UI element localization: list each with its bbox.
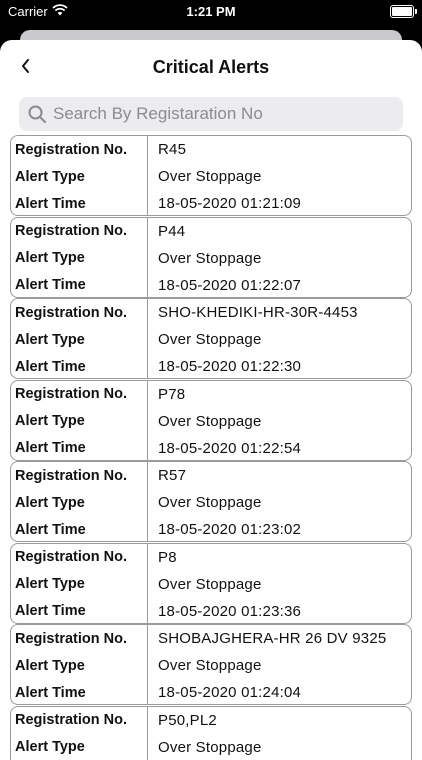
- registration-label: Registration No.: [11, 299, 147, 326]
- status-time: 1:21 PM: [0, 4, 422, 19]
- alert-values: P78Over Stoppage18-05-2020 01:22:54: [148, 381, 411, 461]
- alert-type-value: Over Stoppage: [148, 489, 411, 516]
- alert-card[interactable]: Registration No.Alert TypeAlert TimeR45O…: [10, 135, 412, 216]
- alert-labels: Registration No.Alert TypeAlert Time: [11, 218, 148, 298]
- alert-card[interactable]: Registration No.Alert TypeAlert TimeR57O…: [10, 461, 412, 542]
- registration-label: Registration No.: [11, 707, 147, 734]
- alert-values: SHOBAJGHERA-HR 26 DV 9325Over Stoppage18…: [148, 625, 411, 705]
- registration-label: Registration No.: [11, 136, 147, 163]
- alert-values: R45Over Stoppage18-05-2020 01:21:09: [148, 136, 411, 216]
- alert-list: Registration No.Alert TypeAlert TimeR45O…: [10, 135, 412, 760]
- alert-type-value: Over Stoppage: [148, 734, 411, 760]
- alert-type-value: Over Stoppage: [148, 652, 411, 679]
- alert-labels: Registration No.Alert TypeAlert Time: [11, 707, 148, 760]
- alert-time-value: 18-05-2020 01:21:09: [148, 190, 411, 216]
- alert-labels: Registration No.Alert TypeAlert Time: [11, 462, 148, 542]
- alert-labels: Registration No.Alert TypeAlert Time: [11, 625, 148, 705]
- registration-value: P50,PL2: [148, 707, 411, 734]
- alert-labels: Registration No.Alert TypeAlert Time: [11, 544, 148, 624]
- page-title: Critical Alerts: [0, 57, 422, 78]
- alert-values: SHO-KHEDIKI-HR-30R-4453Over Stoppage18-0…: [148, 299, 411, 379]
- registration-label: Registration No.: [11, 218, 147, 245]
- alert-card[interactable]: Registration No.Alert TypeAlert TimeSHOB…: [10, 624, 412, 705]
- alert-time-value: 18-05-2020 01:23:36: [148, 598, 411, 624]
- registration-value: SHOBAJGHERA-HR 26 DV 9325: [148, 625, 411, 652]
- alert-labels: Registration No.Alert TypeAlert Time: [11, 136, 148, 216]
- alert-time-label: Alert Time: [11, 190, 147, 216]
- alert-time-value: 18-05-2020 01:23:02: [148, 516, 411, 542]
- registration-value: P78: [148, 381, 411, 408]
- battery-icon: [390, 5, 414, 18]
- status-bar: Carrier 1:21 PM: [0, 0, 422, 24]
- search-input[interactable]: [51, 103, 385, 125]
- registration-label: Registration No.: [11, 625, 147, 652]
- alert-type-label: Alert Type: [11, 245, 147, 272]
- alert-type-value: Over Stoppage: [148, 245, 411, 272]
- alert-values: P44Over Stoppage18-05-2020 01:22:07: [148, 218, 411, 298]
- alert-values: P50,PL2Over Stoppage: [148, 707, 411, 760]
- alert-time-label: Alert Time: [11, 435, 147, 461]
- alert-time-label: Alert Time: [11, 598, 147, 624]
- header: Critical Alerts: [0, 40, 422, 96]
- alert-labels: Registration No.Alert TypeAlert Time: [11, 381, 148, 461]
- alert-type-label: Alert Type: [11, 571, 147, 598]
- alert-card[interactable]: Registration No.Alert TypeAlert TimeSHO-…: [10, 298, 412, 379]
- critical-alerts-sheet: Critical Alerts Registration No.Alert Ty…: [0, 40, 422, 760]
- search-bar[interactable]: [19, 97, 403, 131]
- search-icon: [27, 104, 47, 124]
- alert-type-label: Alert Type: [11, 326, 147, 353]
- registration-value: SHO-KHEDIKI-HR-30R-4453: [148, 299, 411, 326]
- alert-card[interactable]: Registration No.Alert TypeAlert TimeP8Ov…: [10, 543, 412, 624]
- alert-values: P8Over Stoppage18-05-2020 01:23:36: [148, 544, 411, 624]
- alert-type-value: Over Stoppage: [148, 571, 411, 598]
- alert-time-label: Alert Time: [11, 272, 147, 298]
- alert-time-label: Alert Time: [11, 516, 147, 542]
- alert-time-value: 18-05-2020 01:24:04: [148, 679, 411, 705]
- registration-value: R57: [148, 462, 411, 489]
- alert-time-value: 18-05-2020 01:22:07: [148, 272, 411, 298]
- registration-value: P8: [148, 544, 411, 571]
- alert-values: R57Over Stoppage18-05-2020 01:23:02: [148, 462, 411, 542]
- alert-type-label: Alert Type: [11, 163, 147, 190]
- alert-type-label: Alert Type: [11, 734, 147, 760]
- alert-time-value: 18-05-2020 01:22:54: [148, 435, 411, 461]
- registration-value: P44: [148, 218, 411, 245]
- alert-type-label: Alert Type: [11, 652, 147, 679]
- registration-value: R45: [148, 136, 411, 163]
- alert-card[interactable]: Registration No.Alert TypeAlert TimeP50,…: [10, 706, 412, 760]
- registration-label: Registration No.: [11, 462, 147, 489]
- alert-type-value: Over Stoppage: [148, 408, 411, 435]
- alert-card[interactable]: Registration No.Alert TypeAlert TimeP44O…: [10, 217, 412, 298]
- alert-time-value: 18-05-2020 01:22:30: [148, 353, 411, 379]
- registration-label: Registration No.: [11, 544, 147, 571]
- alert-type-value: Over Stoppage: [148, 326, 411, 353]
- alert-type-label: Alert Type: [11, 408, 147, 435]
- alert-time-label: Alert Time: [11, 353, 147, 379]
- alert-type-label: Alert Type: [11, 489, 147, 516]
- alert-time-label: Alert Time: [11, 679, 147, 705]
- alert-card[interactable]: Registration No.Alert TypeAlert TimeP78O…: [10, 380, 412, 461]
- registration-label: Registration No.: [11, 381, 147, 408]
- alert-type-value: Over Stoppage: [148, 163, 411, 190]
- alert-labels: Registration No.Alert TypeAlert Time: [11, 299, 148, 379]
